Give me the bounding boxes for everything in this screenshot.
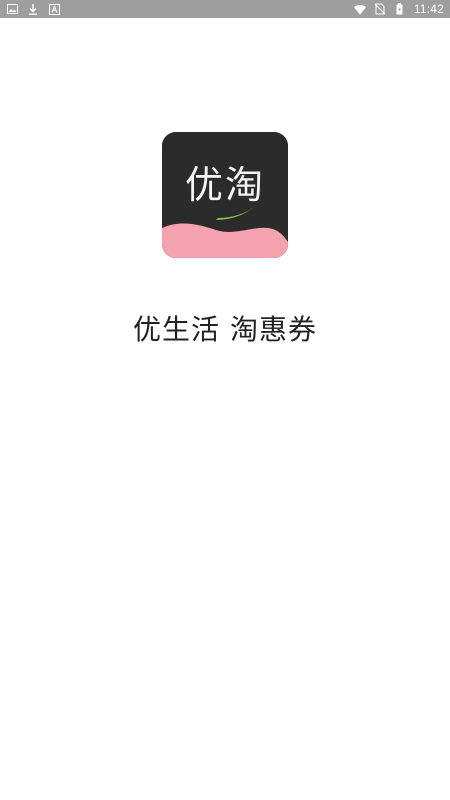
keyboard-a-icon bbox=[48, 3, 60, 15]
status-time: 11:42 bbox=[413, 2, 444, 16]
app-logo-text: 优淘 bbox=[184, 163, 265, 207]
splash-tagline: 优生活 淘惠券 bbox=[133, 313, 317, 346]
status-bar-left bbox=[6, 3, 60, 15]
splash-screen: 11:42 优淘 优生活 淘惠券 bbox=[0, 0, 450, 800]
download-icon bbox=[27, 3, 39, 15]
wifi-icon bbox=[353, 3, 366, 15]
status-bar: 11:42 bbox=[0, 0, 450, 18]
image-icon bbox=[6, 3, 18, 15]
battery-icon bbox=[394, 3, 406, 15]
no-sim-icon bbox=[374, 3, 386, 15]
app-logo: 优淘 bbox=[162, 132, 288, 258]
status-bar-right: 11:42 bbox=[353, 2, 444, 16]
